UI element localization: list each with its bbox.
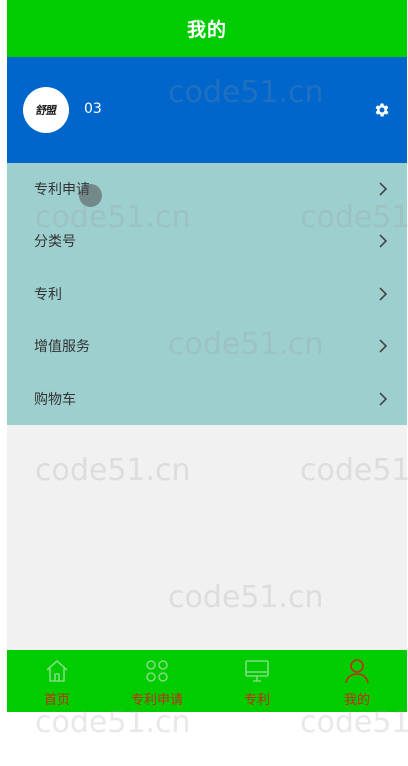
tab-label: 首页 xyxy=(7,689,107,708)
chevron-right-icon xyxy=(378,287,388,301)
chevron-right-icon xyxy=(378,339,388,353)
chevron-right-icon xyxy=(378,182,388,196)
gear-icon[interactable] xyxy=(373,101,391,119)
chevron-right-icon xyxy=(378,234,388,248)
page-header: 我的 xyxy=(7,0,407,57)
app-screen: 我的 舒盟 03 专利申请 分类号 专利 xyxy=(7,0,407,712)
profile-banner: 舒盟 03 xyxy=(7,57,407,163)
menu-item-patent-application[interactable]: 专利申请 xyxy=(7,163,407,215)
monitor-icon xyxy=(243,657,271,685)
user-icon xyxy=(343,657,371,685)
tab-label: 专利申请 xyxy=(107,689,207,708)
tab-mine[interactable]: 我的 xyxy=(307,650,407,712)
tab-patent-application[interactable]: 专利申请 xyxy=(107,650,207,712)
home-icon xyxy=(43,657,71,685)
tab-patent[interactable]: 专利 xyxy=(207,650,307,712)
menu-item-label: 购物车 xyxy=(34,389,76,409)
tab-label: 我的 xyxy=(307,689,407,708)
menu-item-shopping-cart[interactable]: 购物车 xyxy=(7,373,407,425)
username: 03 xyxy=(84,101,102,117)
tab-label: 专利 xyxy=(207,689,307,708)
menu-item-label: 分类号 xyxy=(34,231,76,251)
page: 我的 舒盟 03 专利申请 分类号 专利 xyxy=(0,0,408,766)
menu-list: 专利申请 分类号 专利 增值服务 购物车 xyxy=(7,163,407,425)
grid-icon xyxy=(143,657,171,685)
chevron-right-icon xyxy=(378,392,388,406)
avatar-logo-text: 舒盟 xyxy=(35,102,57,118)
menu-item-classification[interactable]: 分类号 xyxy=(7,215,407,267)
page-title: 我的 xyxy=(187,15,227,42)
menu-item-value-added-service[interactable]: 增值服务 xyxy=(7,320,407,372)
menu-item-label: 增值服务 xyxy=(34,336,90,356)
menu-item-label: 专利 xyxy=(34,284,62,304)
touch-indicator xyxy=(79,184,102,207)
menu-item-patent[interactable]: 专利 xyxy=(7,268,407,320)
avatar[interactable]: 舒盟 xyxy=(23,87,69,133)
bottom-tab-bar: 首页 专利申请 xyxy=(7,650,407,712)
tab-home[interactable]: 首页 xyxy=(7,650,107,712)
